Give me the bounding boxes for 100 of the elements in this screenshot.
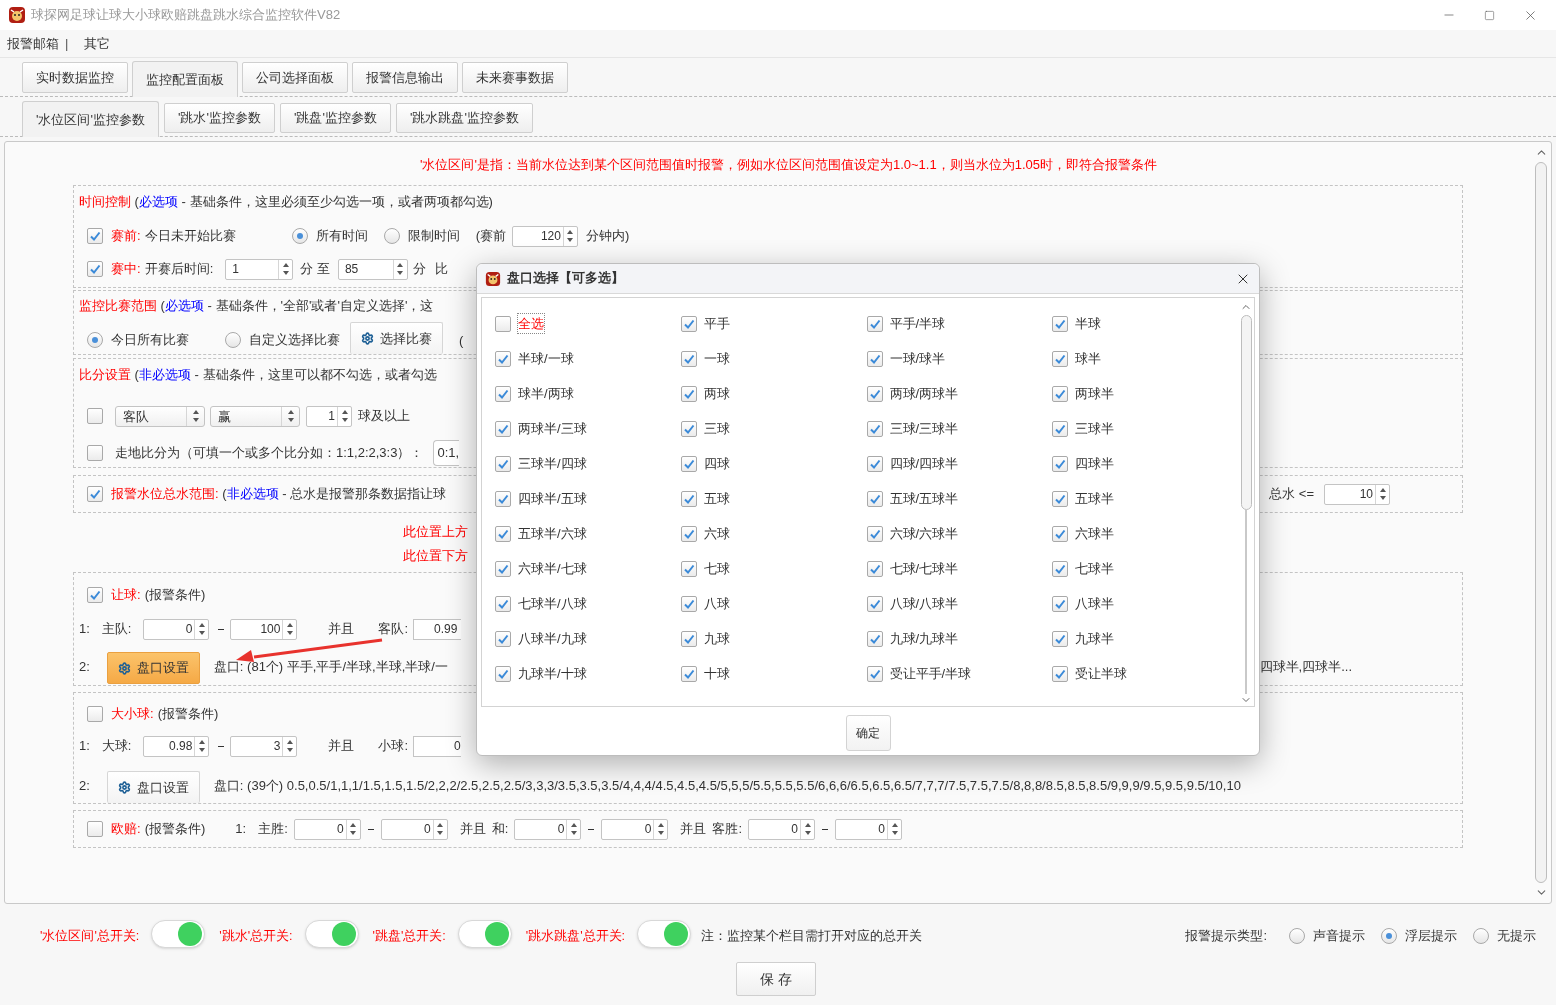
up-down-arrows-icon[interactable] xyxy=(569,822,578,836)
toggle-switch[interactable] xyxy=(304,920,359,949)
checkbox[interactable] xyxy=(87,587,103,603)
radio-button[interactable] xyxy=(1289,928,1305,944)
checkbox[interactable] xyxy=(866,630,883,647)
tab[interactable]: '水位区间'监控参数 xyxy=(22,101,159,137)
checkbox[interactable] xyxy=(495,560,511,577)
tab[interactable]: 公司选择面板 xyxy=(242,62,348,93)
checkbox[interactable] xyxy=(87,706,103,722)
tab[interactable]: 报警信息输出 xyxy=(352,62,458,93)
checkbox[interactable] xyxy=(1052,350,1069,367)
up-down-arrows-icon[interactable] xyxy=(566,229,575,243)
up-down-arrows-icon[interactable] xyxy=(286,409,295,423)
number-spinner[interactable]: 1 xyxy=(225,258,294,280)
radio-button[interactable] xyxy=(225,332,241,348)
checkbox[interactable] xyxy=(495,455,511,472)
number-spinner[interactable]: 0 xyxy=(601,818,669,840)
number-spinner[interactable]: 0 xyxy=(835,818,902,840)
checkbox[interactable] xyxy=(87,821,103,837)
checkbox[interactable] xyxy=(495,315,511,332)
checkbox[interactable] xyxy=(87,228,103,244)
maximize-icon[interactable] xyxy=(1484,9,1495,21)
toggle-switch[interactable] xyxy=(151,920,206,949)
settings-button[interactable]: 盘口设置 xyxy=(106,771,200,803)
checkbox[interactable] xyxy=(1052,595,1069,612)
up-down-arrows-icon[interactable] xyxy=(1378,487,1387,501)
number-spinner[interactable]: 120 xyxy=(511,225,578,247)
up-down-arrows-icon[interactable] xyxy=(656,822,665,836)
checkbox[interactable] xyxy=(866,595,883,612)
radio-button[interactable] xyxy=(1381,928,1397,944)
toggle-switch[interactable] xyxy=(457,920,512,949)
checkbox[interactable] xyxy=(1052,665,1069,682)
checkbox[interactable] xyxy=(866,385,883,402)
number-spinner[interactable]: 0 xyxy=(748,818,815,840)
checkbox[interactable] xyxy=(495,665,511,682)
up-down-arrows-icon[interactable] xyxy=(197,739,206,753)
radio-button[interactable] xyxy=(383,228,400,244)
number-field[interactable]: 0.99 xyxy=(413,618,462,640)
checkbox[interactable] xyxy=(866,665,883,682)
checkbox[interactable] xyxy=(495,595,511,612)
checkbox[interactable] xyxy=(866,315,883,332)
tab[interactable]: '跳水跳盘'监控参数 xyxy=(395,103,533,133)
tab[interactable]: 未来赛事数据 xyxy=(462,62,568,93)
radio-button[interactable] xyxy=(1473,928,1489,944)
checkbox[interactable] xyxy=(495,490,511,507)
menu-item[interactable]: 报警邮箱 xyxy=(7,33,59,54)
number-spinner[interactable]: 85 xyxy=(337,258,408,280)
number-spinner[interactable]: 0 xyxy=(143,618,210,640)
checkbox[interactable] xyxy=(680,350,697,367)
up-down-arrows-icon[interactable] xyxy=(436,822,445,836)
checkbox[interactable] xyxy=(680,630,697,647)
checkbox[interactable] xyxy=(1052,420,1069,437)
checkbox[interactable] xyxy=(866,490,883,507)
up-down-arrows-icon[interactable] xyxy=(803,822,812,836)
tab[interactable]: '跳水'监控参数 xyxy=(163,103,275,133)
checkbox[interactable] xyxy=(866,525,883,542)
checkbox[interactable] xyxy=(866,420,883,437)
checkbox[interactable] xyxy=(1052,560,1069,577)
checkbox[interactable] xyxy=(495,385,511,402)
settings-button[interactable]: 盘口设置 xyxy=(106,652,200,684)
number-spinner[interactable]: 1 xyxy=(306,405,352,427)
checkbox[interactable] xyxy=(87,408,103,424)
checkbox[interactable] xyxy=(680,665,697,682)
checkbox[interactable] xyxy=(680,560,697,577)
up-down-arrows-icon[interactable] xyxy=(285,622,294,636)
checkbox[interactable] xyxy=(866,560,883,577)
checkbox[interactable] xyxy=(495,350,511,367)
checkbox[interactable] xyxy=(87,261,103,277)
toggle-switch[interactable] xyxy=(637,920,691,949)
checkbox[interactable] xyxy=(680,315,697,332)
up-down-arrows-icon[interactable] xyxy=(396,262,405,276)
checkbox[interactable] xyxy=(866,455,883,472)
up-down-arrows-icon[interactable] xyxy=(890,822,899,836)
save-button[interactable]: 保 存 xyxy=(736,962,816,996)
up-down-arrows-icon[interactable] xyxy=(197,622,206,636)
radio-button[interactable] xyxy=(87,332,103,348)
checkbox[interactable] xyxy=(680,525,697,542)
input-field[interactable]: 0:1, xyxy=(433,440,460,466)
dropdown[interactable]: 客队 xyxy=(115,405,205,427)
radio-button[interactable] xyxy=(291,228,308,244)
number-spinner[interactable]: 10 xyxy=(1324,483,1390,505)
number-spinner[interactable]: 0 xyxy=(380,818,448,840)
checkbox[interactable] xyxy=(1052,385,1069,402)
checkbox[interactable] xyxy=(87,445,103,461)
up-down-arrows-icon[interactable] xyxy=(281,262,290,276)
number-field[interactable]: 0 xyxy=(413,735,462,757)
number-spinner[interactable]: 3 xyxy=(230,735,298,757)
up-down-arrows-icon[interactable] xyxy=(191,409,200,423)
checkbox[interactable] xyxy=(1052,490,1069,507)
checkbox[interactable] xyxy=(495,630,511,647)
number-spinner[interactable]: 0 xyxy=(514,818,582,840)
number-spinner[interactable]: 100 xyxy=(230,618,298,640)
checkbox[interactable] xyxy=(680,595,697,612)
tab[interactable]: 实时数据监控 xyxy=(22,62,128,93)
settings-button[interactable]: 选择比赛 xyxy=(350,322,443,354)
up-down-arrows-icon[interactable] xyxy=(349,822,358,836)
checkbox[interactable] xyxy=(495,525,511,542)
tab[interactable]: '跳盘'监控参数 xyxy=(279,103,391,133)
checkbox[interactable] xyxy=(1052,315,1069,332)
confirm-button[interactable]: 确定 xyxy=(845,715,891,751)
